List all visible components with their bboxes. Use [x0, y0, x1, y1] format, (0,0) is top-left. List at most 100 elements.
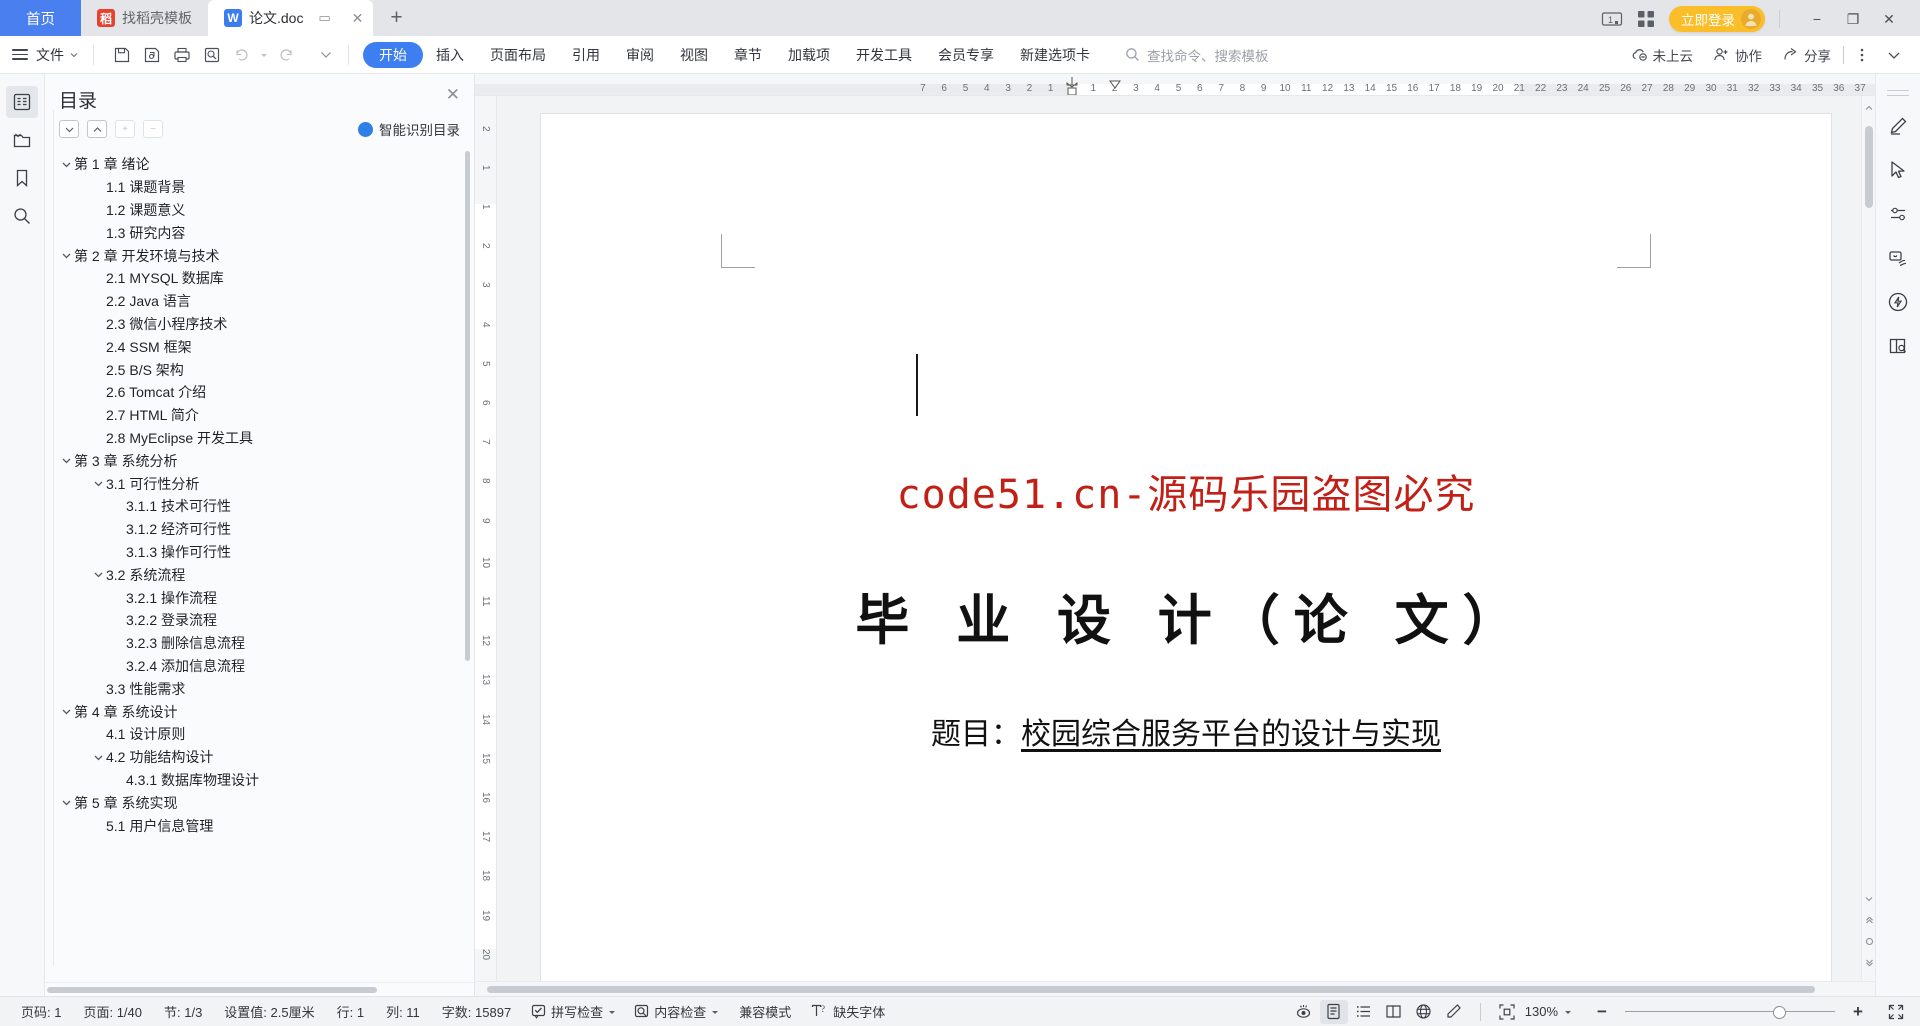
tab-dock-template[interactable]: 稻 找稻壳模板: [81, 0, 208, 36]
read-view-icon[interactable]: [1380, 1000, 1408, 1024]
toc-item[interactable]: 2.8 MyEclipse 开发工具: [59, 427, 474, 450]
ribbon-tab-member[interactable]: 会员专享: [925, 42, 1007, 68]
toc-item[interactable]: 第 3 章 系统分析: [59, 449, 474, 472]
toc-item[interactable]: 2.1 MYSQL 数据库: [59, 267, 474, 290]
select-browse-object-icon[interactable]: [1862, 933, 1875, 949]
promote-level-icon[interactable]: +: [115, 120, 135, 138]
cursor-icon[interactable]: [1882, 156, 1914, 184]
ribbon-tab-insert[interactable]: 插入: [423, 42, 477, 68]
zoom-slider[interactable]: [1625, 1005, 1835, 1019]
undo-icon[interactable]: [228, 41, 256, 69]
print-preview-icon[interactable]: [198, 41, 226, 69]
toc-item[interactable]: 3.2.2 登录流程: [59, 609, 474, 632]
ribbon-collapse-icon[interactable]: [1880, 41, 1908, 69]
ribbon-tab-developer[interactable]: 开发工具: [843, 42, 925, 68]
toc-scrollbar-thumb[interactable]: [465, 151, 470, 661]
zoom-out-button[interactable]: −: [1588, 1000, 1616, 1024]
chevron-down-icon[interactable]: [59, 159, 74, 170]
chevron-down-icon[interactable]: [91, 569, 106, 580]
smart-recognize-toc-button[interactable]: 智能识别目录: [358, 119, 460, 139]
collapse-all-icon[interactable]: [87, 120, 107, 138]
chevron-down-icon[interactable]: [59, 250, 74, 261]
page-view-icon[interactable]: [1319, 999, 1348, 1024]
ribbon-tab-page-layout[interactable]: 页面布局: [477, 42, 559, 68]
window-minimize-button[interactable]: −: [1800, 6, 1834, 32]
toc-item[interactable]: 2.6 Tomcat 介绍: [59, 381, 474, 404]
collaborate-button[interactable]: 协作: [1705, 41, 1770, 69]
scroll-up-icon[interactable]: [1862, 100, 1875, 116]
toc-item[interactable]: 1.1 课题背景: [59, 176, 474, 199]
sidebar-item-bookmarks[interactable]: [6, 162, 38, 194]
toc-item[interactable]: 2.2 Java 语言: [59, 290, 474, 313]
ribbon-tab-new[interactable]: 新建选项卡: [1007, 42, 1103, 68]
sidebar-item-search[interactable]: [6, 200, 38, 232]
toc-item[interactable]: 第 4 章 系统设计: [59, 700, 474, 723]
indent-marker[interactable]: [1064, 77, 1080, 95]
scroll-down-icon[interactable]: [1862, 891, 1875, 907]
zoom-slider-knob[interactable]: [1773, 1005, 1786, 1019]
save-as-icon[interactable]: [138, 41, 166, 69]
customize-icon[interactable]: [312, 41, 340, 69]
first-line-indent-marker[interactable]: [1107, 80, 1123, 91]
share-button[interactable]: 分享: [1774, 41, 1839, 69]
save-icon[interactable]: [108, 41, 136, 69]
tab-minimize-icon[interactable]: ▭: [316, 10, 332, 26]
pen-icon[interactable]: [1882, 112, 1914, 140]
book-search-icon[interactable]: [1882, 332, 1914, 360]
document-page[interactable]: code51.cn-源码乐园盗图必究 毕 业 设 计（论 文） 题目：校园综合服…: [541, 114, 1831, 981]
chevron-down-icon[interactable]: [59, 706, 74, 717]
toc-item[interactable]: 3.2.3 删除信息流程: [59, 632, 474, 655]
toc-item[interactable]: 3.1.3 操作可行性: [59, 541, 474, 564]
toc-item[interactable]: 3.2.1 操作流程: [59, 586, 474, 609]
eye-focus-icon[interactable]: [1290, 1000, 1318, 1024]
toc-item[interactable]: 3.1 可行性分析: [59, 472, 474, 495]
login-button[interactable]: 立即登录: [1669, 6, 1765, 32]
toc-item[interactable]: 3.3 性能需求: [59, 677, 474, 700]
edit-view-icon[interactable]: [1440, 1000, 1468, 1024]
toc-item[interactable]: 4.1 设计原则: [59, 723, 474, 746]
toc-item[interactable]: 3.2.4 添加信息流程: [59, 655, 474, 678]
toc-item[interactable]: 2.4 SSM 框架: [59, 335, 474, 358]
ribbon-tab-addins[interactable]: 加载项: [775, 42, 843, 68]
toc-item[interactable]: 2.7 HTML 简介: [59, 404, 474, 427]
close-icon[interactable]: ✕: [446, 86, 460, 103]
zoom-in-button[interactable]: +: [1844, 1000, 1872, 1024]
sidebar-item-thumbnails[interactable]: [6, 124, 38, 156]
toc-horizontal-scrollbar[interactable]: [45, 982, 474, 996]
next-page-icon[interactable]: [1862, 953, 1875, 969]
horizontal-ruler[interactable]: 7654321123456789101112131415161718192021…: [475, 74, 1875, 96]
spell-check-button[interactable]: 拼写检查: [522, 1002, 625, 1021]
ribbon-search[interactable]: 查找命令、搜索模板: [1125, 45, 1269, 65]
toc-item[interactable]: 5.1 用户信息管理: [59, 814, 474, 837]
tab-document[interactable]: W 论文.doc ▭ ✕: [208, 0, 374, 36]
fullscreen-icon[interactable]: [1882, 1000, 1910, 1024]
fit-page-icon[interactable]: [1493, 1000, 1521, 1024]
ribbon-tab-view[interactable]: 视图: [667, 42, 721, 68]
toc-item[interactable]: 第 5 章 系统实现: [59, 791, 474, 814]
content-check-button[interactable]: 内容检查: [625, 1002, 728, 1021]
ai-spark-icon[interactable]: [1882, 288, 1914, 316]
hand-draw-icon[interactable]: [1882, 244, 1914, 272]
zoom-level-label[interactable]: 130%: [1523, 1004, 1562, 1019]
document-horizontal-scrollbar[interactable]: [475, 981, 1875, 996]
ribbon-tab-start[interactable]: 开始: [363, 41, 423, 68]
missing-font-button[interactable]: ? 缺失字体: [802, 1002, 894, 1021]
document-canvas[interactable]: code51.cn-源码乐园盗图必究 毕 业 设 计（论 文） 题目：校园综合服…: [497, 96, 1875, 981]
chevron-down-icon[interactable]: [59, 797, 74, 808]
tab-home[interactable]: 首页: [0, 0, 81, 36]
previous-page-icon[interactable]: [1862, 913, 1875, 929]
undo-dropdown-icon[interactable]: [258, 41, 270, 69]
ribbon-tab-references[interactable]: 引用: [559, 42, 613, 68]
web-view-icon[interactable]: [1410, 1000, 1438, 1024]
sidebar-item-navigation-pane[interactable]: [6, 86, 38, 118]
toc-list[interactable]: 第 1 章 绪论 1.1 课题背景 1.2 课题意义 1.3 研究内容第 2 章 开发…: [45, 147, 474, 982]
status-word-count[interactable]: 字数: 15897: [431, 1002, 522, 1021]
file-menu-button[interactable]: 文件: [10, 45, 85, 65]
vertical-ruler[interactable]: 43211234567891011121314151617181920: [475, 96, 497, 981]
ribbon-tab-review[interactable]: 审阅: [613, 42, 667, 68]
toc-item[interactable]: 第 1 章 绪论: [59, 153, 474, 176]
expand-all-icon[interactable]: [59, 120, 79, 138]
toc-item[interactable]: 3.1.2 经济可行性: [59, 518, 474, 541]
outline-view-icon[interactable]: [1350, 1000, 1378, 1024]
toc-item[interactable]: 4.3.1 数据库物理设计: [59, 769, 474, 792]
